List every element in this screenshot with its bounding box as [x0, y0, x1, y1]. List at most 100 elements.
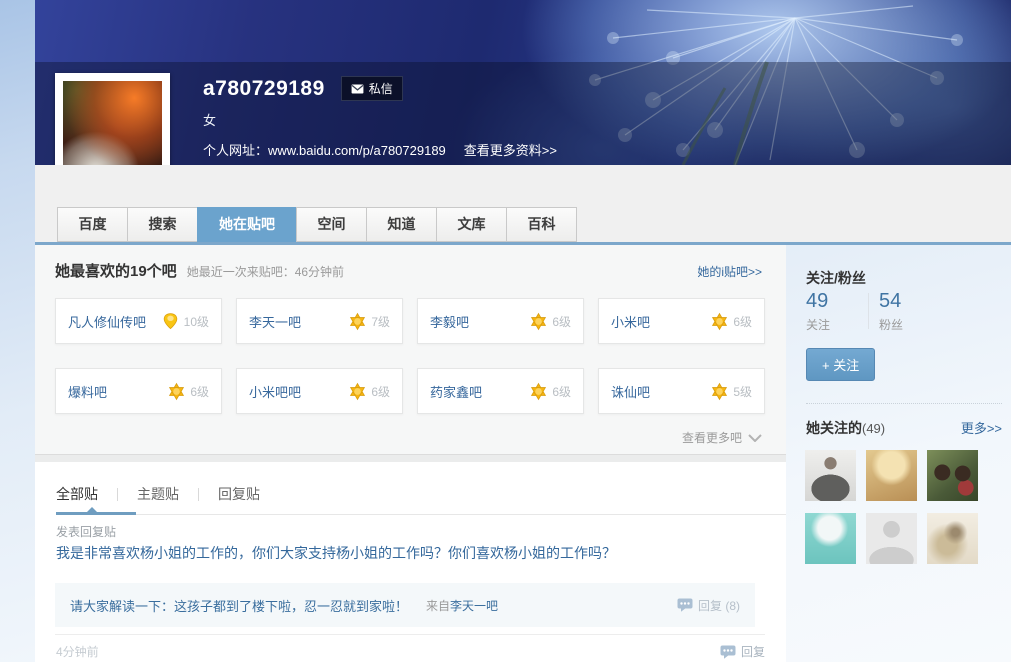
following-section-header: 她关注的 (49) 更多>>: [806, 418, 1002, 438]
tab-topic-posts[interactable]: 主题贴: [137, 484, 179, 504]
favorites-title: 她最喜欢的19个吧: [55, 263, 177, 280]
forum-card[interactable]: 爆料吧 6级: [55, 368, 222, 414]
forum-name-link[interactable]: 诛仙吧: [611, 382, 650, 401]
followers-count[interactable]: 54: [879, 290, 941, 313]
profile-avatar-photo: [63, 81, 162, 165]
followers-label: 粉丝: [879, 318, 904, 332]
post-content-link[interactable]: 我是非常喜欢杨小姐的工作的，你们大家支持杨小姐的工作吗？你们喜欢杨小姐的工作吗？: [56, 543, 616, 563]
active-post-tab-underline: [56, 507, 136, 515]
forum-level: 5级: [733, 384, 752, 399]
tab-baike[interactable]: 百科: [506, 207, 577, 242]
forum-card[interactable]: 小米吧 6级: [598, 298, 765, 344]
forum-name-link[interactable]: 小米吧吧: [249, 382, 301, 401]
forum-level: 6级: [552, 314, 571, 329]
forum-card[interactable]: 诛仙吧 5级: [598, 368, 765, 414]
followed-user-avatar[interactable]: [805, 450, 856, 501]
view-more-forums-link[interactable]: 查看更多吧: [682, 429, 762, 446]
forum-name-link[interactable]: 凡人修仙传吧: [68, 312, 146, 331]
forum-name-link[interactable]: 药家鑫吧: [430, 382, 482, 401]
forum-card[interactable]: 凡人修仙传吧 10级: [55, 298, 222, 344]
envelope-icon: [351, 84, 364, 94]
level-badge-icon: [161, 312, 180, 331]
tab-all-posts[interactable]: 全部贴: [56, 484, 98, 504]
following-count[interactable]: 49: [806, 290, 868, 313]
post-timestamp: 4分钟前: [56, 645, 99, 659]
forum-card[interactable]: 小米吧吧 6级: [236, 368, 403, 414]
forum-card-grid: 凡人修仙传吧 10级 李天一吧 7级 李毅吧 6级 小米吧 6级 爆料吧 6级 …: [55, 298, 765, 414]
forum-level: 6级: [733, 314, 752, 329]
forum-card[interactable]: 李天一吧 7级: [236, 298, 403, 344]
quoted-post-link[interactable]: 请大家解读一下：这孩子都到了楼下啦，忍一忍就到家啦！: [70, 596, 408, 615]
personal-website: 个人网址：www.baidu.com/p/a780729189: [203, 143, 446, 158]
followed-user-avatar[interactable]: [866, 450, 917, 501]
forum-level: 10级: [183, 314, 209, 329]
private-message-label: 私信: [368, 82, 393, 96]
tab-reply-posts[interactable]: 回复贴: [218, 484, 260, 504]
post-tabs-divider: [56, 514, 786, 515]
tieba-profile-page: a780729189 私信 女 个人网址：www.baidu.com/p/a78…: [0, 0, 1011, 662]
forum-level: 6级: [552, 384, 571, 399]
quote-reply-label: 回复 (8): [697, 598, 740, 613]
level-star-icon: [529, 312, 548, 331]
followed-user-avatar[interactable]: [805, 513, 856, 564]
forum-name-link[interactable]: 李天一吧: [249, 312, 301, 331]
forum-name-link[interactable]: 爆料吧: [68, 382, 107, 401]
tab-zhidao[interactable]: 知道: [366, 207, 437, 242]
following-section-title: 她关注的: [806, 420, 862, 436]
quote-source-forum-link[interactable]: 李天一吧: [450, 597, 498, 614]
more-following-link[interactable]: 更多>>: [961, 418, 1002, 437]
last-visit-text: 她最近一次来贴吧：46分钟前: [186, 265, 345, 279]
tab-search[interactable]: 搜索: [127, 207, 198, 242]
posts-section: 全部贴 主题贴 回复贴 发表回复贴 我是非常喜欢杨小姐的工作的，你们大家支持杨小…: [35, 462, 786, 662]
reply-bubble-icon: [677, 598, 693, 612]
followed-user-avatar[interactable]: [927, 513, 978, 564]
forum-level: 6级: [371, 384, 390, 399]
main-column: 她最喜欢的19个吧 她最近一次来贴吧：46分钟前 她的i贴吧>> 凡人修仙传吧 …: [35, 245, 786, 662]
itieba-link[interactable]: 她的i贴吧>>: [697, 263, 762, 280]
follow-button[interactable]: + 关注: [806, 348, 876, 381]
tab-her-tieba[interactable]: 她在贴吧: [197, 207, 297, 242]
follow-stats: 49 关注 54 粉丝: [806, 290, 941, 333]
profile-banner: a780729189 私信 女 个人网址：www.baidu.com/p/a78…: [35, 0, 1011, 165]
forum-card[interactable]: 李毅吧 6级: [417, 298, 584, 344]
view-more-forums-label: 查看更多吧: [681, 431, 742, 445]
quoted-post-box: 请大家解读一下：这孩子都到了楼下啦，忍一忍就到家啦！ 来自 李天一吧 回复 (8…: [55, 583, 755, 627]
following-label: 关注: [806, 318, 831, 332]
service-nav-tabs: 百度 搜索 她在贴吧 空间 知道 文库 百科: [57, 207, 577, 242]
post-reply-button[interactable]: 回复: [720, 643, 765, 660]
followed-user-avatar[interactable]: [866, 513, 917, 564]
stats-divider: [868, 293, 869, 329]
tab-separator: [117, 487, 118, 501]
followed-user-avatar[interactable]: [927, 450, 978, 501]
more-profile-info-link[interactable]: 查看更多资料>>: [464, 140, 557, 159]
quote-reply-button[interactable]: 回复 (8): [677, 597, 740, 614]
level-star-icon: [167, 382, 186, 401]
tab-wenku[interactable]: 文库: [436, 207, 507, 242]
profile-avatar[interactable]: [55, 73, 170, 165]
level-star-icon: [348, 312, 367, 331]
tab-space[interactable]: 空间: [296, 207, 367, 242]
post-filter-tabs: 全部贴 主题贴 回复贴: [56, 484, 260, 504]
profile-info: a780729189 私信 女 个人网址：www.baidu.com/p/a78…: [203, 76, 557, 159]
level-star-icon: [710, 312, 729, 331]
post-type-label: 发表回复贴: [56, 525, 117, 539]
forum-name-link[interactable]: 李毅吧: [430, 312, 469, 331]
forum-level: 6级: [190, 384, 209, 399]
reply-bubble-icon: [720, 645, 736, 659]
tab-separator: [198, 487, 199, 501]
follow-fans-title: 关注/粉丝: [806, 270, 866, 286]
level-star-icon: [710, 382, 729, 401]
username: a780729189: [203, 76, 325, 100]
right-sidebar: 关注/粉丝 49 关注 54 粉丝 + 关注 她关注的 (49) 更多>>: [805, 245, 1011, 662]
forum-name-link[interactable]: 小米吧: [611, 312, 650, 331]
level-star-icon: [348, 382, 367, 401]
forum-card[interactable]: 药家鑫吧 6级: [417, 368, 584, 414]
favorite-forums-section: 她最喜欢的19个吧 她最近一次来贴吧：46分钟前 她的i贴吧>> 凡人修仙传吧 …: [35, 245, 786, 455]
forum-level: 7级: [371, 314, 390, 329]
post-divider: [55, 634, 765, 635]
chevron-down-icon: [748, 434, 762, 442]
post-reply-label: 回复: [740, 645, 765, 659]
tab-baidu[interactable]: 百度: [57, 207, 128, 242]
level-star-icon: [529, 382, 548, 401]
private-message-button[interactable]: 私信: [340, 76, 403, 101]
